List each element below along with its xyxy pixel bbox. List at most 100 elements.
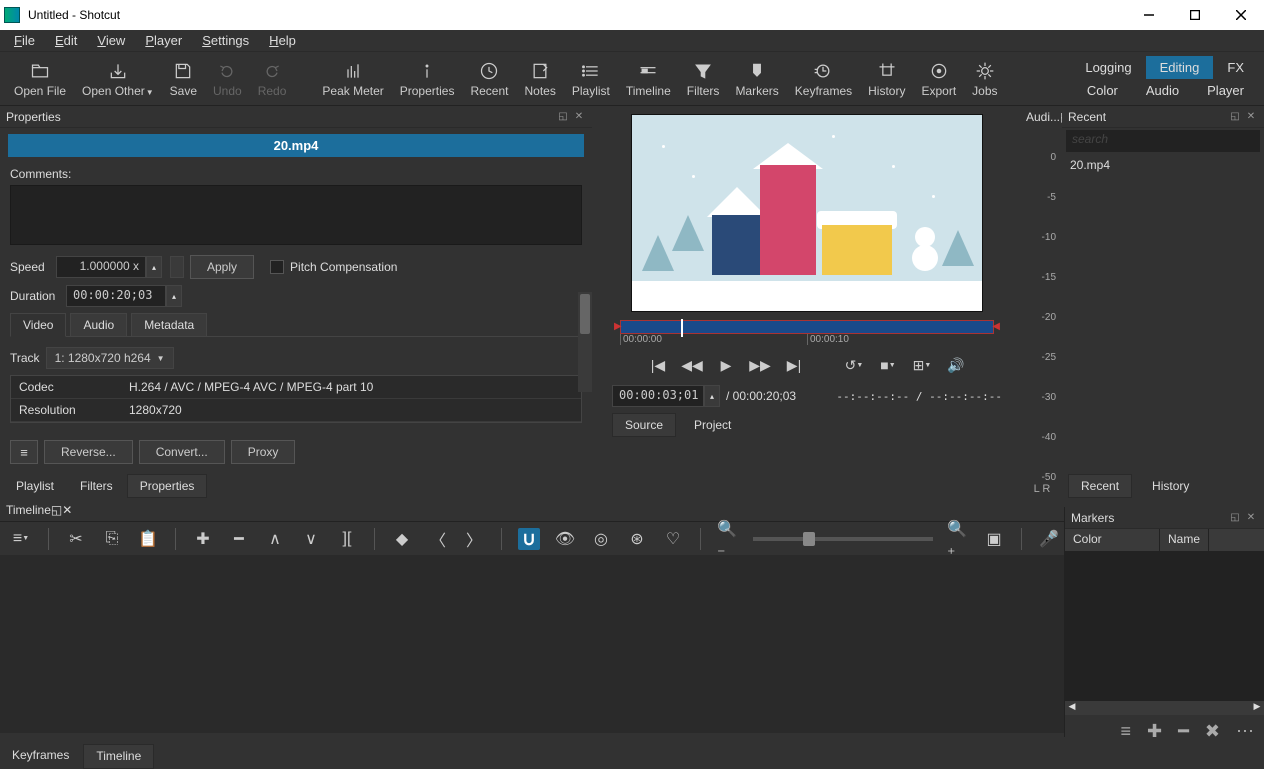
convert-button[interactable]: Convert... <box>139 440 225 464</box>
minimize-button[interactable] <box>1126 0 1172 30</box>
panel-close-icon[interactable]: ✕ <box>1244 110 1258 124</box>
duration-input[interactable]: 00:00:20;03 <box>66 285 166 307</box>
panel-float-icon[interactable]: ◱ <box>51 503 62 517</box>
speed-input[interactable]: 1.000000 x <box>56 256 146 278</box>
layout-color[interactable]: Color <box>1073 79 1132 102</box>
layout-audio[interactable]: Audio <box>1132 79 1193 102</box>
comments-input[interactable] <box>10 185 582 245</box>
timecode-spinner[interactable]: ▴ <box>704 385 720 407</box>
panel-float-icon[interactable]: ◱ <box>1228 511 1242 525</box>
markers-more-button[interactable]: ⋯ <box>1236 721 1254 742</box>
ripple-markers-button[interactable]: ♡ <box>662 528 684 550</box>
keyframes-button[interactable]: Keyframes <box>787 53 860 105</box>
layout-player[interactable]: Player <box>1193 79 1258 102</box>
recent-item[interactable]: 20.mp4 <box>1062 154 1264 176</box>
panel-close-icon[interactable]: ✕ <box>1244 511 1258 525</box>
pitch-comp-checkbox[interactable] <box>270 260 284 274</box>
dock-filters[interactable]: Filters <box>68 475 125 497</box>
panel-close-icon[interactable]: ✕ <box>572 110 586 124</box>
ripple-all-button[interactable]: ⊛ <box>626 528 648 550</box>
redo-button[interactable]: Redo <box>250 53 295 105</box>
markers-add-button[interactable]: ✚ <box>1147 721 1162 742</box>
grid-button[interactable]: ⊞▼ <box>912 355 932 375</box>
skip-end-button[interactable]: ▶| <box>784 355 804 375</box>
zoom-fit-button[interactable]: ▣ <box>983 528 1005 550</box>
reverse-button[interactable]: Reverse... <box>44 440 133 464</box>
markers-hscroll[interactable]: ◀▶ <box>1065 701 1264 715</box>
lift-button[interactable]: ∧ <box>264 528 286 550</box>
timeline-menu-button[interactable]: ≡▼ <box>10 528 32 550</box>
paste-button[interactable]: 📋 <box>137 528 159 550</box>
skip-start-button[interactable]: |◀ <box>648 355 668 375</box>
menu-help[interactable]: Help <box>259 31 306 50</box>
close-button[interactable] <box>1218 0 1264 30</box>
recent-search-input[interactable]: search <box>1066 130 1260 152</box>
speed-slider[interactable] <box>170 256 184 278</box>
panel-float-icon[interactable]: ◱ <box>1060 110 1062 124</box>
tab-video[interactable]: Video <box>10 313 66 337</box>
layout-editing[interactable]: Editing <box>1146 56 1214 79</box>
markers-clear-button[interactable]: ✖ <box>1205 721 1220 742</box>
peak-meter-button[interactable]: Peak Meter <box>314 53 391 105</box>
prev-marker-button[interactable]: 〈 <box>427 528 449 550</box>
recent-tab[interactable]: Recent <box>1068 474 1132 498</box>
overwrite-button[interactable]: ∨ <box>300 528 322 550</box>
tab-metadata[interactable]: Metadata <box>131 313 207 336</box>
scrub-audio-button[interactable]: 👁 <box>554 528 576 550</box>
history-tab[interactable]: History <box>1140 475 1201 497</box>
dock-keyframes[interactable]: Keyframes <box>0 744 81 769</box>
proxy-button[interactable]: Proxy <box>231 440 296 464</box>
fast-forward-button[interactable]: ▶▶ <box>750 355 770 375</box>
duration-spinner[interactable]: ▴ <box>166 285 182 307</box>
panel-close-icon[interactable]: ✕ <box>62 503 72 517</box>
menu-player[interactable]: Player <box>135 31 192 50</box>
timeline-button[interactable]: Timeline <box>618 53 679 105</box>
playlist-button[interactable]: Playlist <box>564 53 618 105</box>
zoom-in-button[interactable]: 🔍₊ <box>947 528 969 550</box>
panel-float-icon[interactable]: ◱ <box>1228 110 1242 124</box>
markers-menu-button[interactable]: ≡ <box>1120 721 1131 742</box>
properties-scrollbar[interactable] <box>578 292 592 392</box>
play-button[interactable]: ▶ <box>716 355 736 375</box>
snap-button[interactable] <box>518 528 540 550</box>
markers-list[interactable] <box>1065 551 1264 701</box>
scrub-bar[interactable]: ▶ ◀ <box>620 320 994 334</box>
volume-button[interactable]: 🔊 <box>946 355 966 375</box>
layout-fx[interactable]: FX <box>1213 56 1258 79</box>
video-preview[interactable] <box>631 114 983 312</box>
zoom-fit-button[interactable]: ■▼ <box>878 355 898 375</box>
menu-file[interactable]: File <box>4 31 45 50</box>
copy-button[interactable]: ⎘ <box>101 528 123 550</box>
loop-button[interactable]: ↺▼ <box>844 355 864 375</box>
markers-col-name[interactable]: Name <box>1160 529 1209 551</box>
project-tab[interactable]: Project <box>682 414 743 436</box>
properties-button[interactable]: Properties <box>392 53 463 105</box>
properties-menu-button[interactable]: ≡ <box>10 440 38 464</box>
apply-button[interactable]: Apply <box>190 255 254 279</box>
next-marker-button[interactable]: 〉 <box>463 528 485 550</box>
save-button[interactable]: Save <box>162 53 205 105</box>
marker-add-button[interactable]: ◆ <box>391 528 413 550</box>
layout-logging[interactable]: Logging <box>1071 56 1145 79</box>
filters-button[interactable]: Filters <box>679 53 728 105</box>
tab-audio[interactable]: Audio <box>70 313 127 336</box>
open-other-button[interactable]: Open Other▼ <box>74 53 162 105</box>
recent-button[interactable]: Recent <box>462 53 516 105</box>
maximize-button[interactable] <box>1172 0 1218 30</box>
undo-button[interactable]: Undo <box>205 53 250 105</box>
rewind-button[interactable]: ◀◀ <box>682 355 702 375</box>
remove-button[interactable]: ━ <box>228 528 250 550</box>
record-audio-button[interactable]: 🎤 <box>1038 528 1060 550</box>
jobs-button[interactable]: Jobs <box>964 53 1005 105</box>
history-button[interactable]: History <box>860 53 913 105</box>
dock-playlist[interactable]: Playlist <box>4 475 66 497</box>
ripple-button[interactable]: ◎ <box>590 528 612 550</box>
markers-col-color[interactable]: Color <box>1065 529 1160 551</box>
track-select[interactable]: 1: 1280x720 h264▼ <box>46 347 174 369</box>
dock-timeline[interactable]: Timeline <box>83 744 154 769</box>
menu-view[interactable]: View <box>87 31 135 50</box>
menu-settings[interactable]: Settings <box>192 31 259 50</box>
menu-edit[interactable]: Edit <box>45 31 87 50</box>
zoom-slider[interactable] <box>753 537 933 541</box>
markers-remove-button[interactable]: ━ <box>1178 721 1189 742</box>
